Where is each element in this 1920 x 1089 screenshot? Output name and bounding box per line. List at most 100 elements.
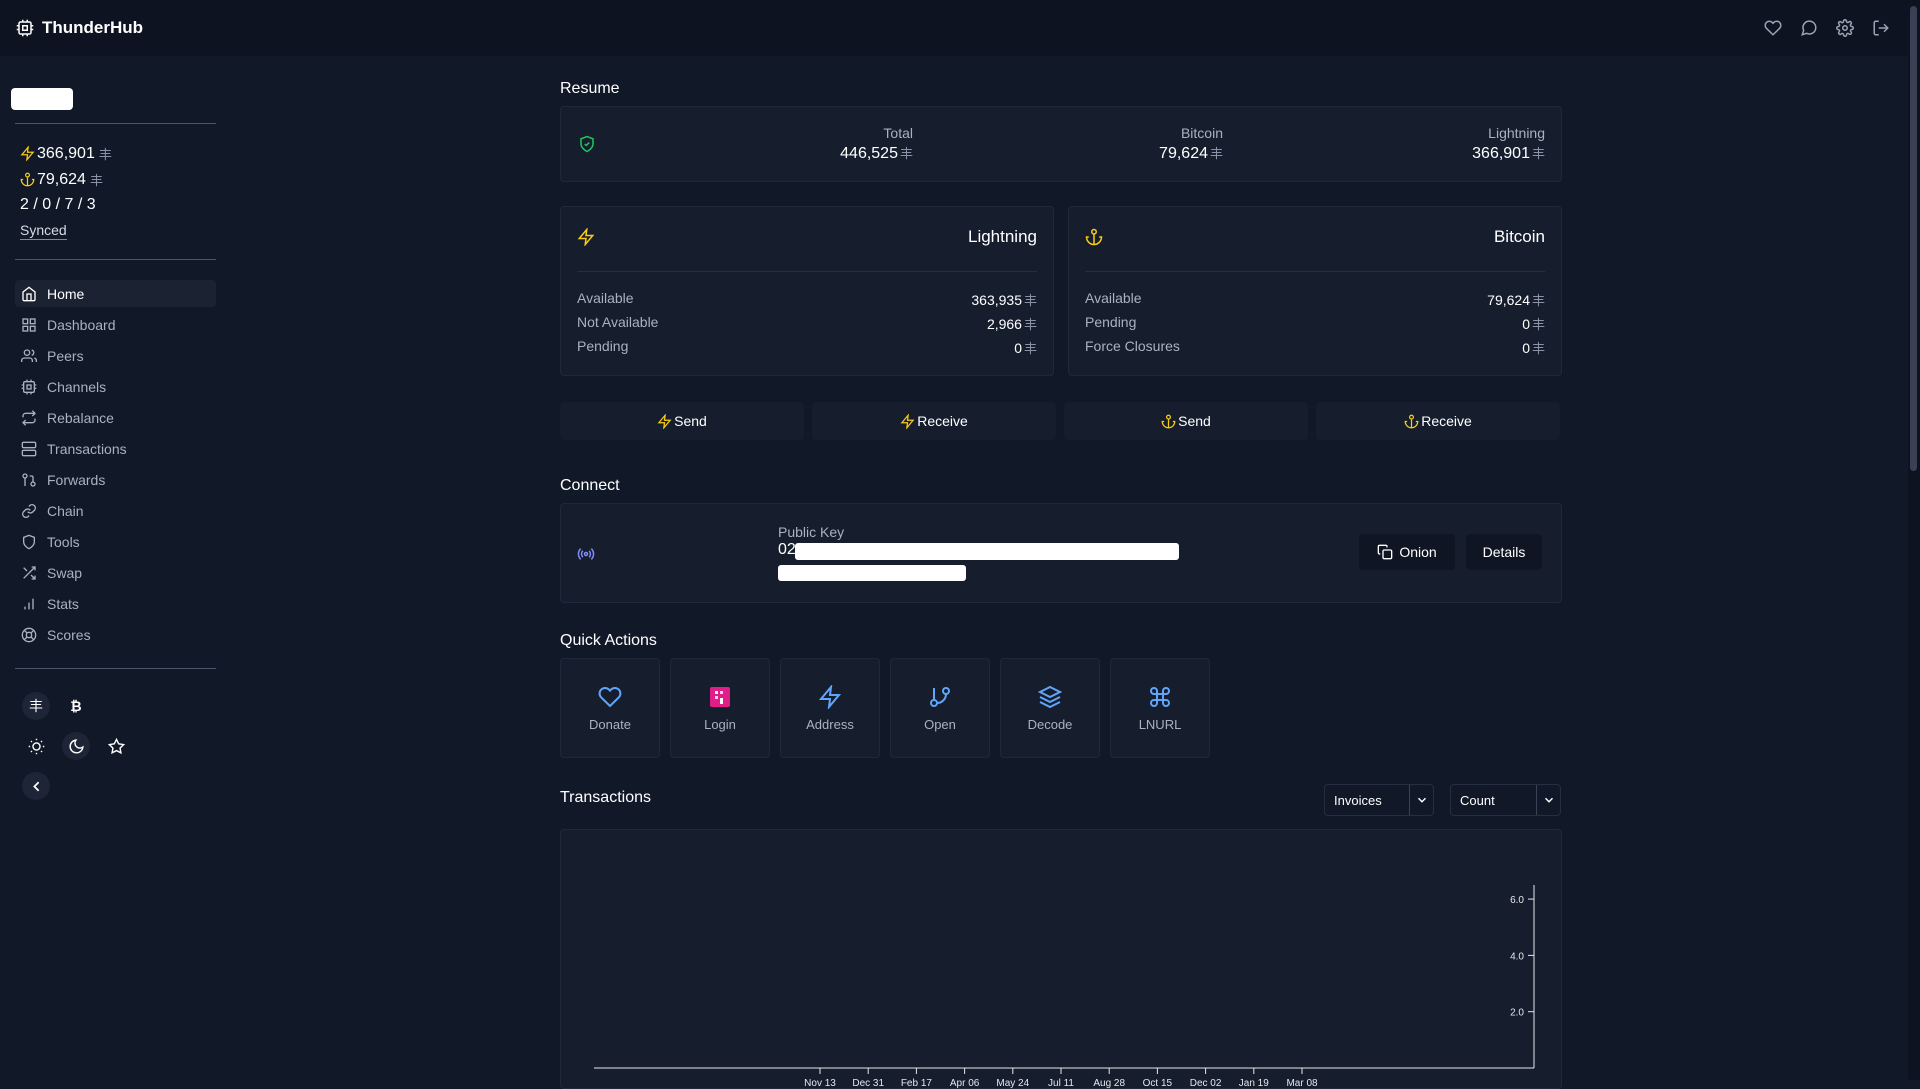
transaction-type-select[interactable]: Invoices	[1324, 784, 1434, 816]
resume-bitcoin: Bitcoin 79,624 丰	[1159, 125, 1223, 163]
sidebar-item-swap[interactable]: Swap	[15, 559, 216, 586]
dark-theme-button[interactable]	[62, 732, 90, 760]
resume-total-value: 446,525	[840, 145, 898, 162]
sats-unit: 丰	[98, 147, 112, 162]
bitcoin-card-title: Bitcoin	[1493, 227, 1545, 246]
quick-action-decode[interactable]: Decode	[1000, 658, 1100, 758]
divider	[15, 123, 216, 124]
users-icon	[21, 348, 37, 362]
public-key-redacted	[778, 565, 966, 581]
transactions-chart-card: 2.0 4.0 6.0 Nov 13 Dec 31 Feb 17 Apr 06 May 24 J…	[560, 829, 1562, 1089]
login-logo-icon	[710, 686, 730, 707]
sidebar-item-home[interactable]: Home	[15, 280, 216, 307]
sidebar-item-scores[interactable]: Scores	[15, 621, 216, 648]
sidebar-item-label: Home	[47, 285, 85, 302]
bitcoin-receive-button[interactable]: Receive	[1316, 402, 1560, 440]
sidebar-item-label: Rebalance	[47, 409, 114, 426]
night-theme-button[interactable]	[102, 732, 130, 760]
shield-icon	[23, 534, 35, 549]
divider	[1085, 271, 1545, 272]
scrollbar-thumb[interactable]	[1910, 6, 1917, 471]
life-buoy-icon	[21, 627, 37, 642]
btc-currency-button[interactable]: ₿	[62, 692, 90, 720]
sidebar-item-stats[interactable]: Stats	[15, 590, 216, 617]
resume-total: Total 446,525 丰	[840, 125, 913, 163]
sidebar-item-label: Dashboard	[47, 316, 116, 333]
quick-action-lnurl[interactable]: LNURL	[1110, 658, 1210, 758]
collapse-sidebar-button[interactable]	[22, 772, 50, 800]
heart-icon	[598, 686, 622, 707]
message-icon[interactable]	[1800, 19, 1818, 37]
lightning-row-available: Available 363,935 丰	[577, 290, 1037, 308]
heart-icon[interactable]	[1764, 19, 1782, 37]
bitcoin-card: Bitcoin Available 79,624 丰 Pending 0 丰 Force…	[1068, 206, 1562, 376]
sidebar-item-dashboard[interactable]: Dashboard	[15, 311, 216, 338]
grid-icon	[22, 317, 36, 332]
command-icon	[1149, 686, 1171, 707]
bitcoin-balance-value: 79,624	[37, 170, 86, 188]
lightning-card-title: Lightning	[967, 227, 1037, 246]
sidebar-item-channels[interactable]: Channels	[15, 373, 216, 400]
quick-action-open[interactable]: Open	[890, 658, 990, 758]
sidebar-item-label: Peers	[47, 347, 84, 364]
bitcoin-send-button[interactable]: Send	[1064, 402, 1308, 440]
details-button[interactable]: Details	[1466, 534, 1542, 570]
transactions-chart: 2.04.06.0Nov 13 Dec 31 Feb 17 Apr 06 May 24 J…	[594, 885, 1535, 1088]
home-icon	[22, 285, 36, 301]
resume-bitcoin-label: Bitcoin	[1180, 125, 1223, 141]
transaction-metric-select[interactable]: Count	[1450, 784, 1561, 816]
sidebar-item-rebalance[interactable]: Rebalance	[15, 404, 216, 431]
resume-card: Total 446,525 丰 Bitcoin 79,624 丰 Lightning…	[560, 106, 1562, 182]
sidebar-nav: Home Dashboard Peers Channels Rebalance …	[15, 280, 216, 652]
cpu-icon	[21, 379, 37, 394]
sidebar: 366,901 丰 79,624 丰 2 / 0 / 7 / 3 Synced …	[0, 56, 232, 1080]
sidebar-item-label: Channels	[47, 378, 107, 395]
scrollbar[interactable]	[1908, 0, 1920, 1080]
light-theme-button[interactable]	[22, 732, 50, 760]
settings-icon[interactable]	[1836, 19, 1854, 37]
lightning-balance-value: 366,901	[37, 144, 95, 162]
shuffle-icon	[23, 565, 36, 580]
git-branch-icon	[930, 686, 950, 707]
sidebar-item-tools[interactable]: Tools	[15, 528, 216, 555]
public-key-label: Public Key	[778, 524, 845, 540]
quick-action-address[interactable]: Address	[780, 658, 880, 758]
cpu-logo-icon	[16, 19, 34, 37]
node-alias-redacted	[11, 88, 73, 110]
lightning-receive-button[interactable]: Receive	[812, 402, 1056, 440]
sidebar-item-chain[interactable]: Chain	[15, 497, 216, 524]
sidebar-item-forwards[interactable]: Forwards	[15, 466, 216, 493]
transactions-title: Transactions	[560, 789, 651, 806]
quick-action-donate[interactable]: Donate	[560, 658, 660, 758]
lightning-row-pending: Pending 0 丰	[577, 338, 1037, 356]
lightning-row-not-available: Not Available 2,966 丰	[577, 314, 1037, 332]
chevron-down-icon	[1409, 785, 1433, 815]
star-icon	[107, 737, 125, 754]
sidebar-item-peers[interactable]: Peers	[15, 342, 216, 369]
zap-icon	[577, 228, 595, 246]
quick-actions-title: Quick Actions	[560, 632, 657, 649]
sidebar-item-label: Scores	[47, 626, 91, 643]
logout-icon[interactable]	[1872, 19, 1890, 37]
divider	[577, 271, 1037, 272]
copy-icon	[1377, 544, 1393, 560]
bitcoin-row-available: Available 79,624 丰	[1085, 290, 1545, 308]
anchor-icon	[1085, 228, 1103, 246]
sun-icon	[28, 738, 44, 754]
zap-icon	[657, 413, 672, 429]
resume-bitcoin-value: 79,624	[1159, 145, 1208, 162]
bitcoin-icon: ₿	[70, 698, 82, 714]
server-icon	[21, 441, 37, 456]
brand[interactable]: ThunderHub	[16, 18, 143, 38]
sidebar-item-label: Tools	[47, 533, 80, 550]
lightning-send-button[interactable]: Send	[560, 402, 804, 440]
radio-icon	[577, 548, 595, 560]
sats-currency-button[interactable]: 丰	[22, 692, 50, 720]
quick-action-login[interactable]: Login	[670, 658, 770, 758]
bar-chart-icon	[24, 598, 34, 609]
onion-button[interactable]: Onion	[1359, 534, 1455, 570]
public-key-prefix: 02	[778, 541, 796, 558]
sidebar-item-transactions[interactable]: Transactions	[15, 435, 216, 462]
resume-title: Resume	[560, 80, 620, 97]
sidebar-item-label: Forwards	[47, 471, 106, 488]
